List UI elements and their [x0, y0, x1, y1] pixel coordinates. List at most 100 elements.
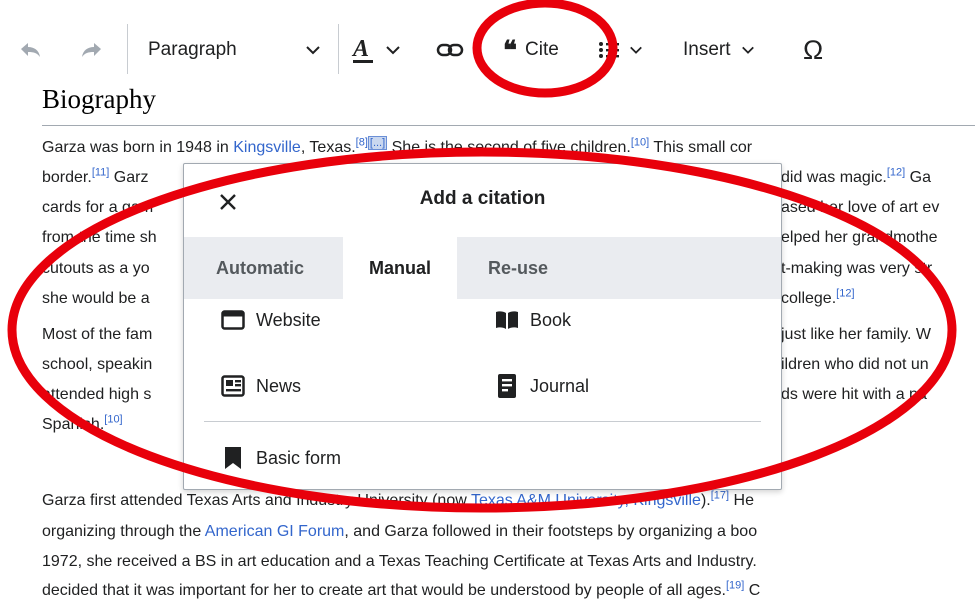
citation-tabs: Automatic Manual Re-use — [184, 237, 781, 299]
chevron-down-icon — [630, 46, 642, 54]
reference-12[interactable]: [12] — [887, 167, 905, 179]
heading-underline — [42, 125, 975, 126]
reference-10[interactable]: [10] — [104, 414, 122, 426]
text-run: She is the second of five children. — [387, 139, 631, 156]
paragraph-line: Garza was born in 1948 in Kingsville, Te… — [42, 135, 753, 159]
text-run: Most of the fam — [42, 326, 153, 343]
paragraph-line: from the time sh — [42, 227, 157, 249]
format-dropdown[interactable]: Paragraph — [148, 30, 237, 70]
chevron-down-icon — [306, 46, 320, 55]
text-run: elped her grandmothe — [781, 229, 938, 246]
add-citation-dialog: Add a citation Automatic Manual Re-use W… — [183, 163, 782, 490]
paragraph-line: attended high s — [42, 384, 151, 406]
book-option[interactable]: Book — [494, 307, 571, 333]
insert-label: Insert — [683, 39, 731, 60]
reference-17[interactable]: [17] — [711, 490, 729, 502]
cite-button[interactable]: ❝ Cite — [503, 30, 559, 70]
text-run: decided that it was important for her to… — [42, 582, 726, 599]
quote-icon: ❝ — [503, 35, 517, 65]
paragraph-line: cards for a gam — [42, 197, 153, 219]
news-label: News — [256, 375, 302, 396]
dialog-divider — [204, 421, 761, 422]
list-icon — [599, 42, 619, 58]
bookmark-icon — [220, 445, 246, 471]
link-icon — [436, 43, 464, 57]
paragraph-line: decided that it was important for her to… — [42, 580, 760, 602]
basic-form-option[interactable]: Basic form — [220, 445, 341, 471]
text-run: cutouts as a yo — [42, 260, 150, 277]
paragraph-line: 1972, she received a BS in art education… — [42, 551, 757, 573]
undo-icon — [21, 43, 40, 57]
text-run: Ga — [905, 169, 931, 186]
text-run: C — [744, 582, 761, 599]
reference-10[interactable]: [10] — [631, 137, 649, 149]
text-run: ased her love of art ev — [781, 199, 940, 216]
text-style-button[interactable]: A — [351, 30, 401, 70]
special-characters-button[interactable]: Ω — [803, 30, 823, 70]
reference-19[interactable]: [19] — [726, 580, 744, 592]
text-run: Garza was born in 1948 in — [42, 139, 234, 156]
text-run: border. — [42, 169, 92, 186]
paragraph-line: organizing through the American GI Forum… — [42, 521, 757, 543]
journal-option[interactable]: Journal — [494, 373, 589, 399]
paragraph-line: she would be a — [42, 288, 150, 310]
text-run: ). — [700, 492, 711, 509]
toolbar-separator — [338, 24, 339, 74]
paragraph-line-right: ased her love of art ev — [781, 197, 939, 219]
paragraph-line-right: college.[12] — [781, 288, 855, 310]
text-run: ds were hit with a pa — [781, 386, 927, 403]
list-button[interactable] — [598, 30, 643, 70]
website-label: Website — [256, 309, 321, 330]
paragraph-line: Most of the fam — [42, 324, 152, 346]
american-gi-forum-link[interactable]: American GI Forum — [205, 523, 345, 540]
texas-am-kingsville-link[interactable]: Texas A&M University, Kingsville — [471, 492, 701, 509]
text-run: college. — [781, 290, 837, 307]
reference-8[interactable]: [8] — [356, 137, 368, 149]
text-run: This small cor — [649, 139, 753, 156]
text-run: organizing through the — [42, 523, 205, 540]
cite-label: Cite — [525, 39, 559, 60]
website-option[interactable]: Website — [220, 307, 321, 333]
reference-11[interactable]: [11] — [92, 167, 110, 179]
text-run: attended high s — [42, 386, 152, 403]
text-run: she would be a — [42, 290, 150, 307]
paragraph-line: border.[11] Garz — [42, 167, 148, 189]
format-chevron-button[interactable] — [305, 30, 321, 70]
journal-icon — [494, 373, 520, 399]
selected-citation-placeholder[interactable]: [...] — [367, 135, 388, 150]
text-run: did was magic. — [781, 169, 887, 186]
kingsville-link[interactable]: Kingsville — [233, 139, 301, 156]
text-run: school, speakin — [42, 356, 153, 373]
paragraph-line: cutouts as a yo — [42, 258, 150, 280]
website-icon — [220, 307, 246, 333]
basic-form-label: Basic form — [256, 447, 342, 468]
chevron-down-icon — [741, 46, 754, 54]
news-option[interactable]: News — [220, 373, 301, 399]
tab-manual[interactable]: Manual — [343, 237, 457, 299]
paragraph-line-right: ds were hit with a pa — [781, 384, 927, 406]
editor-toolbar: Paragraph A ❝ Cite Insert Ω — [0, 0, 975, 96]
book-label: Book — [530, 309, 572, 330]
text-run: , and Garza followed in their footsteps … — [344, 523, 758, 540]
text-run: Garz — [109, 169, 149, 186]
redo-button[interactable] — [80, 30, 104, 70]
section-heading: Biography — [42, 84, 156, 114]
insert-menu-button[interactable]: Insert — [683, 30, 755, 70]
dialog-title: Add a citation — [419, 188, 546, 209]
paragraph-line: Spanish.[10] — [42, 414, 123, 436]
tab-automatic[interactable]: Automatic — [194, 237, 326, 299]
text-style-icon: A — [351, 36, 373, 63]
format-label: Paragraph — [148, 39, 237, 60]
omega-icon: Ω — [803, 34, 824, 65]
undo-button[interactable] — [18, 30, 42, 70]
text-run: t-making was very str — [781, 260, 933, 277]
paragraph-line-right: t-making was very str — [781, 258, 932, 280]
link-button[interactable] — [436, 30, 464, 70]
chevron-down-icon — [386, 46, 400, 55]
text-run: Spanish. — [42, 416, 105, 433]
text-run: just like her family. W — [781, 326, 931, 343]
paragraph-line-right: ildren who did not un — [781, 354, 929, 376]
text-run: , Texas. — [300, 139, 356, 156]
tab-reuse[interactable]: Re-use — [466, 237, 570, 299]
reference-12[interactable]: [12] — [836, 288, 854, 300]
